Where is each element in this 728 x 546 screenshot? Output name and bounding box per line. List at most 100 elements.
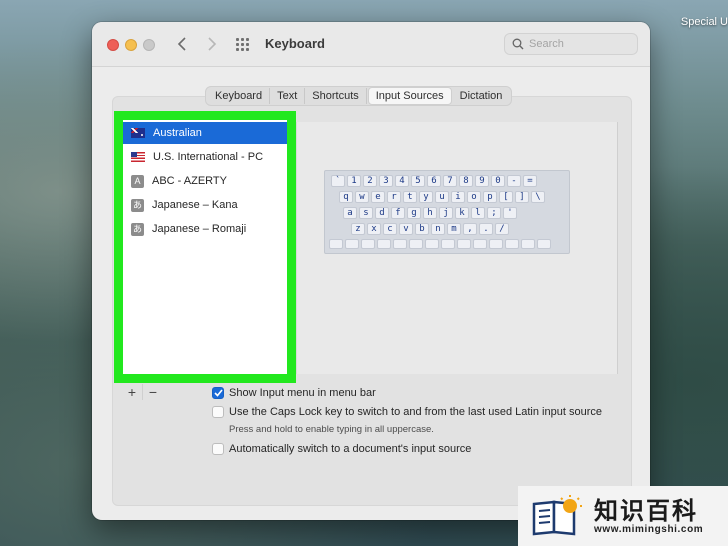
keyboard-key: v — [399, 223, 413, 235]
chevron-right-icon — [208, 37, 217, 51]
keyboard-key — [409, 239, 423, 249]
keyboard-key: b — [415, 223, 429, 235]
keyboard-key: m — [447, 223, 461, 235]
keyboard-key — [457, 239, 471, 249]
keyboard-key: j — [439, 207, 453, 219]
show-input-menu-option[interactable]: Show Input menu in menu bar — [212, 387, 376, 399]
keyboard-key: ` — [331, 175, 345, 187]
tab-dictation[interactable]: Dictation — [453, 88, 510, 104]
auto-switch-label: Automatically switch to a document's inp… — [229, 443, 472, 455]
watermark: 知识百科 www.mimingshi.com — [518, 486, 728, 546]
keyboard-key: n — [431, 223, 445, 235]
keyboard-key — [361, 239, 375, 249]
title-bar: Keyboard — [92, 22, 650, 67]
show-input-menu-checkbox[interactable] — [212, 387, 224, 399]
keyboard-key — [489, 239, 503, 249]
keyboard-key — [521, 239, 535, 249]
auto-switch-option[interactable]: Automatically switch to a document's inp… — [212, 443, 471, 455]
back-button[interactable] — [172, 34, 192, 54]
keyboard-key: l — [471, 207, 485, 219]
keyboard-key: 7 — [443, 175, 457, 187]
keyboard-key: \ — [531, 191, 545, 203]
keyboard-key — [393, 239, 407, 249]
add-remove-buttons: + − — [122, 384, 163, 400]
window-title: Keyboard — [265, 36, 325, 51]
keyboard-key: i — [451, 191, 465, 203]
keyboard-key: p — [483, 191, 497, 203]
keyboard-key: 4 — [395, 175, 409, 187]
keyboard-layout-preview: ` 1 2 3 4 5 6 7 8 9 0- = q w e r t y u i o p[] \ a s d f g h j k l; ' z x c… — [324, 170, 570, 254]
keyboard-row: ` 1 2 3 4 5 6 7 8 9 0- = — [331, 175, 539, 187]
search-input[interactable] — [529, 36, 633, 52]
caps-lock-option[interactable]: Use the Caps Lock key to switch to and f… — [212, 406, 602, 418]
forward-button[interactable] — [202, 34, 222, 54]
keyboard-key: 8 — [459, 175, 473, 187]
keyboard-key — [329, 239, 343, 249]
keyboard-key: ; — [487, 207, 501, 219]
desktop-item-label[interactable]: Special U — [681, 16, 728, 28]
auto-switch-checkbox[interactable] — [212, 443, 224, 455]
tab-text[interactable]: Text — [270, 88, 306, 104]
search-field[interactable] — [504, 33, 638, 55]
keyboard-key — [473, 239, 487, 249]
keyboard-key: u — [435, 191, 449, 203]
keyboard-key: k — [455, 207, 469, 219]
keyboard-key: x — [367, 223, 381, 235]
tab-input-sources[interactable]: Input Sources — [367, 87, 452, 105]
caps-lock-hint: Press and hold to enable typing in all u… — [229, 424, 434, 435]
keyboard-row: a s d f g h j k l; ' — [343, 207, 519, 219]
keyboard-key: ] — [515, 191, 529, 203]
keyboard-key: = — [523, 175, 537, 187]
tab-keyboard[interactable]: Keyboard — [208, 88, 271, 104]
keyboard-row — [329, 239, 553, 249]
keyboard-row: q w e r t y u i o p[] \ — [339, 191, 547, 203]
keyboard-key: c — [383, 223, 397, 235]
keyboard-key: h — [423, 207, 437, 219]
keyboard-key: o — [467, 191, 481, 203]
keyboard-row: z x c v b n m,. / — [351, 223, 511, 235]
keyboard-key: 1 — [347, 175, 361, 187]
watermark-title: 知识百科 — [594, 496, 698, 525]
keyboard-key: q — [339, 191, 353, 203]
caps-lock-label: Use the Caps Lock key to switch to and f… — [229, 406, 602, 418]
search-icon — [512, 38, 524, 50]
keyboard-key: 2 — [363, 175, 377, 187]
zoom-button[interactable] — [143, 39, 155, 51]
keyboard-key — [345, 239, 359, 249]
keyboard-key: e — [371, 191, 385, 203]
keyboard-key: 0 — [491, 175, 505, 187]
keyboard-key — [425, 239, 439, 249]
caps-lock-checkbox[interactable] — [212, 406, 224, 418]
keyboard-key: a — [343, 207, 357, 219]
keyboard-key: s — [359, 207, 373, 219]
keyboard-key: y — [419, 191, 433, 203]
keyboard-key: 6 — [427, 175, 441, 187]
chevron-left-icon — [177, 37, 186, 51]
minimize-button[interactable] — [125, 39, 137, 51]
add-input-source-button[interactable]: + — [122, 384, 143, 400]
keyboard-key — [537, 239, 551, 249]
keyboard-key: r — [387, 191, 401, 203]
keyboard-key: 5 — [411, 175, 425, 187]
keyboard-key — [505, 239, 519, 249]
tab-shortcuts[interactable]: Shortcuts — [305, 88, 367, 104]
close-button[interactable] — [107, 39, 119, 51]
keyboard-key: d — [375, 207, 389, 219]
remove-input-source-button[interactable]: − — [143, 384, 163, 400]
watermark-url: www.mimingshi.com — [594, 523, 704, 535]
keyboard-key: ' — [503, 207, 517, 219]
keyboard-key — [441, 239, 455, 249]
checkmark-icon — [213, 389, 223, 397]
show-all-grid-icon[interactable] — [236, 38, 252, 51]
highlight-annotation — [114, 111, 296, 383]
keyboard-key: g — [407, 207, 421, 219]
keyboard-key: z — [351, 223, 365, 235]
keyboard-key: . — [479, 223, 493, 235]
keyboard-key: f — [391, 207, 405, 219]
book-lightbulb-logo-icon — [530, 494, 586, 538]
keyboard-key — [377, 239, 391, 249]
keyboard-key: , — [463, 223, 477, 235]
keyboard-key: / — [495, 223, 509, 235]
keyboard-preferences-window: Keyboard Keyboard Text Shortcuts Input S… — [92, 22, 650, 520]
show-input-menu-label: Show Input menu in menu bar — [229, 387, 376, 399]
